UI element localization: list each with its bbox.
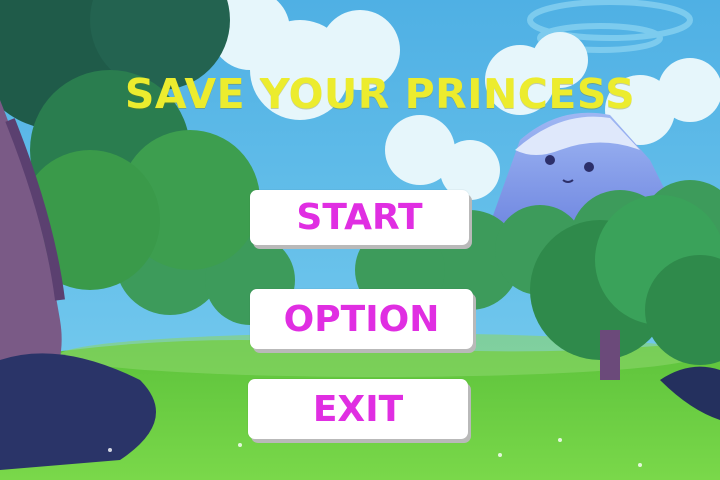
game-title: SAVE YOUR PRINCESS <box>124 70 636 118</box>
exit-button[interactable]: EXIT <box>248 379 468 439</box>
mountain-eye-left-icon <box>545 155 555 165</box>
mountain-eye-right-icon <box>584 162 594 172</box>
option-button[interactable]: OPTION <box>250 289 473 349</box>
title-screen: SAVE YOUR PRINCESS START OPTION EXIT <box>0 0 720 480</box>
start-button[interactable]: START <box>250 190 469 245</box>
